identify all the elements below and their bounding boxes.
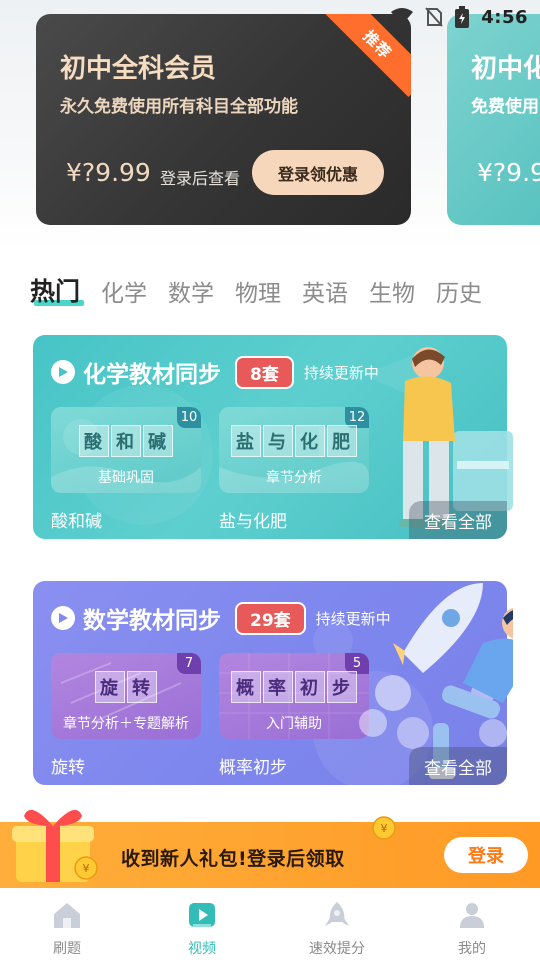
cover-title: 盐与化肥	[219, 425, 369, 457]
cover-subtitle: 章节分析＋专题解析	[63, 716, 189, 732]
see-all-button[interactable]: 查看全部	[409, 501, 507, 539]
tab-biology[interactable]: 生物	[369, 274, 415, 308]
nav-item-practice[interactable]: 刷题	[17, 888, 117, 960]
course-label[interactable]: 酸和碱	[51, 507, 102, 532]
home-icon	[52, 900, 82, 934]
member-card-price: ¥?9.99	[66, 158, 151, 187]
video-play-icon	[187, 900, 217, 934]
cover-subtitle: 章节分析	[266, 470, 322, 486]
member-card-price-note: 登录后查看	[160, 169, 241, 188]
member-card-subtitle: 永久免费使用所有科目全部功能	[60, 97, 298, 117]
status-time: 4:56	[481, 6, 528, 28]
course-cover-acid-base[interactable]: 10 酸和碱 基础巩固	[51, 407, 201, 493]
course-count-badge: 29套	[235, 601, 306, 635]
tab-chemistry[interactable]: 化学	[101, 274, 147, 308]
member-card-title: 初中全科会员	[60, 54, 217, 84]
bottom-navigation: 刷题 视频 速效提分 我的	[0, 888, 540, 960]
cover-title: 旋转	[51, 671, 201, 703]
tab-physics[interactable]: 物理	[235, 274, 281, 308]
course-cover-salt-fertilizer[interactable]: 12 盐与化肥 章节分析	[219, 407, 369, 493]
nav-label: 我的	[458, 941, 486, 957]
course-label[interactable]: 盐与化肥	[219, 507, 287, 532]
math-course-section: 数学教材同步 29套 持续更新中 7 旋转 章节分析＋专题解析 旋转 5 概率初…	[33, 581, 513, 785]
course-label[interactable]: 旋转	[51, 753, 85, 778]
nav-label: 速效提分	[309, 941, 365, 957]
battery-icon	[455, 6, 470, 28]
chemistry-course-section: 化学教材同步 8套 持续更新中 10 酸和碱 基础巩固 酸和碱 12 盐与化肥 …	[33, 335, 513, 539]
nav-label: 刷题	[53, 941, 81, 957]
tab-history[interactable]: 历史	[436, 274, 482, 308]
nav-item-video[interactable]: 视频	[152, 888, 252, 960]
gift-banner-text: 收到新人礼包!登录后领取	[121, 848, 345, 870]
nav-item-mine[interactable]: 我的	[422, 888, 522, 960]
wifi-icon	[391, 8, 414, 26]
play-circle-icon	[51, 606, 75, 630]
course-label[interactable]: 概率初步	[219, 753, 287, 778]
member-card-subtitle: 免费使用	[471, 97, 539, 117]
gift-box-icon: ¥	[10, 806, 102, 890]
update-status: 持续更新中	[303, 363, 379, 382]
course-count-badge: 8套	[235, 355, 294, 389]
status-bar: 4:56	[0, 0, 540, 36]
rocket-icon	[322, 900, 352, 934]
no-sim-icon	[425, 7, 443, 27]
svg-text:¥: ¥	[83, 862, 90, 875]
svg-text:¥: ¥	[381, 822, 388, 835]
cover-title: 酸和碱	[51, 425, 201, 457]
login-button[interactable]: 登录	[444, 837, 528, 873]
login-coupon-button[interactable]: 登录领优惠	[252, 150, 384, 195]
tab-math[interactable]: 数学	[168, 274, 214, 308]
section-title: 数学教材同步	[83, 608, 221, 634]
member-card-chemistry[interactable]: 初中化 免费使用 ¥?9.9	[447, 14, 540, 225]
play-circle-icon	[51, 360, 75, 384]
member-card-title: 初中化	[471, 54, 540, 84]
member-card-all-subjects[interactable]: 推荐 初中全科会员 永久免费使用所有科目全部功能 ¥?9.99 登录后查看 登录…	[36, 14, 411, 225]
subject-tabs: 热门 化学 数学 物理 英语 生物 历史	[30, 272, 482, 308]
member-card-price: ¥?9.9	[477, 158, 540, 187]
user-icon	[457, 900, 487, 934]
section-title: 化学教材同步	[83, 362, 221, 388]
tab-hot[interactable]: 热门	[30, 272, 85, 308]
course-cover-rotation[interactable]: 7 旋转 章节分析＋专题解析	[51, 653, 201, 739]
nav-label: 视频	[188, 941, 216, 957]
nav-item-boost[interactable]: 速效提分	[287, 888, 387, 960]
cover-subtitle: 基础巩固	[98, 470, 154, 486]
tab-english[interactable]: 英语	[302, 274, 348, 308]
coin-icon: ¥	[372, 816, 396, 844]
see-all-button[interactable]: 查看全部	[409, 747, 507, 785]
